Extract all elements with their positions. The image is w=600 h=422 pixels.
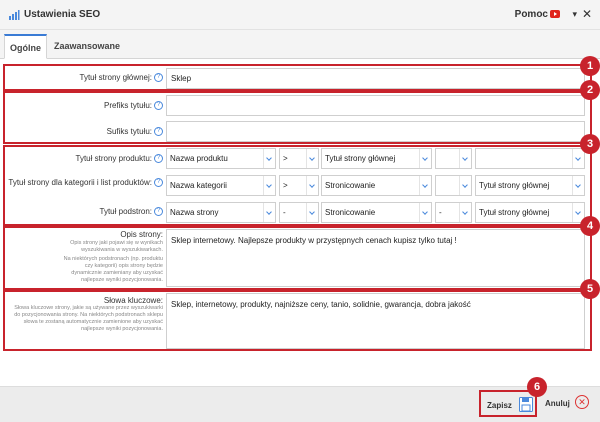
annotation-badge-3: 3: [580, 134, 600, 154]
annotation-badge-1: 1: [580, 56, 600, 76]
youtube-icon[interactable]: [550, 10, 560, 18]
annotation-box-4: [3, 226, 592, 290]
annotation-badge-4: 4: [580, 216, 600, 236]
tab-general[interactable]: Ogólne: [4, 34, 47, 59]
cancel-circle-icon[interactable]: ✕: [575, 395, 589, 409]
save-disk-icon: [519, 397, 533, 412]
close-icon[interactable]: ✕: [582, 7, 592, 21]
save-label: Zapisz: [487, 401, 512, 410]
annotation-badge-2: 2: [580, 80, 600, 100]
annotation-box-3: [3, 145, 592, 226]
annotation-box-1: [3, 64, 592, 91]
annotation-box-5: [3, 290, 592, 351]
cancel-button[interactable]: Anuluj: [545, 399, 570, 408]
tab-bar: Ogólne Zaawansowane: [0, 30, 600, 59]
window-title: Ustawienia SEO: [24, 9, 101, 20]
chevron-down-icon[interactable]: ▾: [572, 9, 577, 20]
save-button[interactable]: Zapisz: [479, 390, 537, 417]
tab-advanced[interactable]: Zaawansowane: [50, 34, 124, 59]
annotation-badge-5: 5: [580, 279, 600, 299]
annotation-badge-6: 6: [527, 377, 547, 397]
help-button[interactable]: Pomoc: [515, 9, 548, 20]
title-bar: Ustawienia SEO Pomoc ▾ ✕: [0, 0, 600, 30]
annotation-box-2: [3, 91, 592, 144]
bar-chart-icon: [9, 10, 20, 20]
